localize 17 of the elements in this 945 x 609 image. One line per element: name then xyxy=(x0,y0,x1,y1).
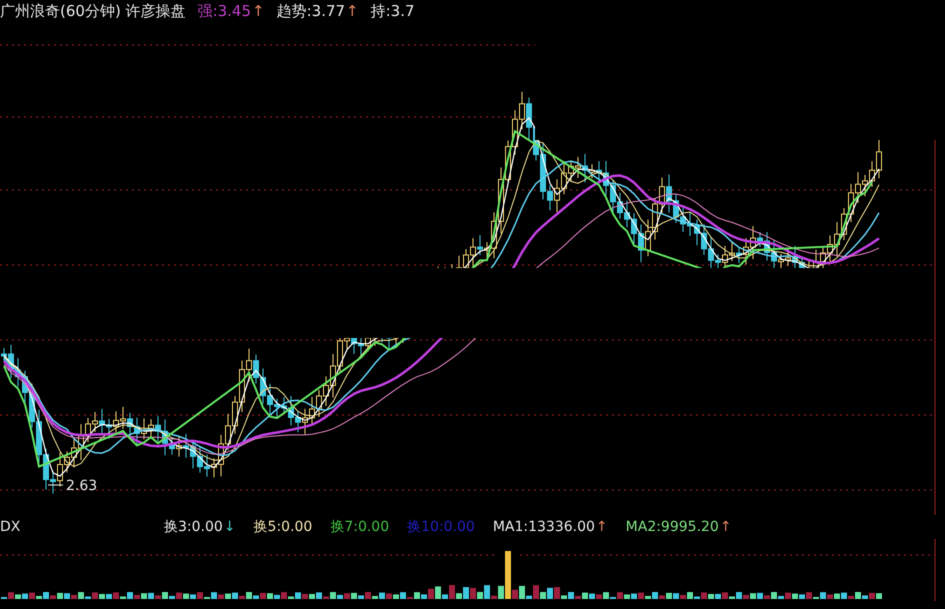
indicator-value: MA2:9995.20↑ xyxy=(626,518,732,536)
chart-title: 广州浪奇(60分钟) 许彦操盘 xyxy=(0,2,186,20)
indicator-value: 换10:0.00 xyxy=(407,518,475,536)
trend-arrow: ↑ xyxy=(596,519,608,535)
indicator-value: 强:3.45↑ xyxy=(198,2,265,20)
indicator-value: 换3:0.00↓ xyxy=(164,518,236,536)
indicator-value: 持:3.7 xyxy=(370,2,415,20)
trend-arrow: ↑ xyxy=(252,2,265,20)
trend-arrow: ↑ xyxy=(346,2,359,20)
indicator-value: MA1:13336.00↑ xyxy=(492,518,608,536)
indicator-value: 换7:0.00 xyxy=(330,518,390,536)
indicator-value: 趋势:3.77↑ xyxy=(276,2,359,20)
trend-arrow: ↓ xyxy=(224,519,236,535)
indicator-value: 换5:0.00 xyxy=(254,518,312,536)
indicator-name: DX xyxy=(0,519,22,535)
low-price-label: 2.63 xyxy=(66,478,98,494)
trend-arrow: ↑ xyxy=(720,519,732,535)
